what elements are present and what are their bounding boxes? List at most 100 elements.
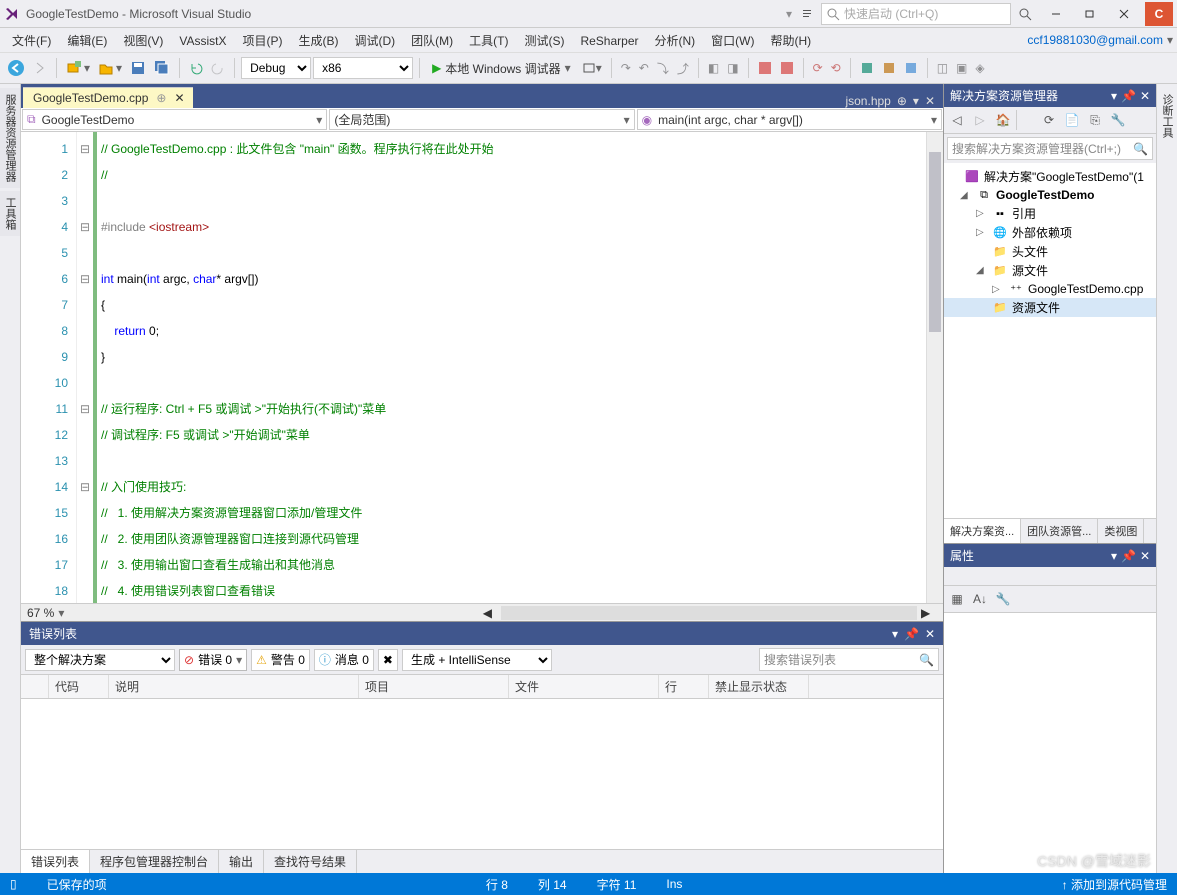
- props-close-icon[interactable]: ✕: [1140, 549, 1150, 563]
- inactive-pin-icon[interactable]: ⊕: [897, 94, 907, 108]
- build-filter-select[interactable]: 生成 + IntelliSense: [402, 649, 552, 671]
- undo-button[interactable]: [186, 56, 206, 80]
- error-scope-select[interactable]: 整个解决方案: [25, 649, 175, 671]
- error-col[interactable]: 代码: [49, 675, 109, 698]
- step-btn1[interactable]: ↷: [618, 56, 634, 80]
- step-btn2[interactable]: ↶: [636, 56, 652, 80]
- error-col[interactable]: [21, 675, 49, 698]
- split-h-icon[interactable]: ◀: [483, 606, 497, 620]
- func-combo[interactable]: ◉main(int argc, char * argv[])▾: [637, 109, 942, 130]
- ext-btn1[interactable]: [857, 56, 877, 80]
- props-header[interactable]: 属性 ▾📌✕: [944, 544, 1156, 567]
- minimize-button[interactable]: [1039, 3, 1073, 25]
- save-all-button[interactable]: [151, 56, 173, 80]
- fold-bar[interactable]: ⊟⊟⊟⊟⊟: [77, 132, 93, 603]
- profile-button[interactable]: C: [1145, 2, 1173, 26]
- menu-item[interactable]: 视图(V): [115, 31, 171, 51]
- sln-back-icon[interactable]: ◁: [947, 110, 967, 130]
- menu-item[interactable]: VAssistX: [171, 31, 234, 51]
- sln-pin-icon[interactable]: 📌: [1121, 89, 1136, 103]
- scope-combo[interactable]: ⧉GoogleTestDemo▾: [22, 109, 327, 130]
- config-select[interactable]: Debug: [241, 57, 311, 79]
- menu-item[interactable]: 编辑(E): [59, 31, 115, 51]
- quick-launch-input[interactable]: 快速启动 (Ctrl+Q): [821, 3, 1011, 25]
- sln-tab[interactable]: 解决方案资...: [944, 519, 1021, 543]
- error-col[interactable]: 行: [659, 675, 709, 698]
- open-file-button[interactable]: ▾: [95, 56, 125, 80]
- menu-item[interactable]: ReSharper: [572, 31, 646, 51]
- misc-btn2[interactable]: ◨: [724, 56, 741, 80]
- new-project-button[interactable]: ▾: [63, 56, 93, 80]
- panel-menu-icon[interactable]: ▾: [892, 627, 898, 641]
- sln-fwd-icon[interactable]: ▷: [970, 110, 990, 130]
- sln-btn4[interactable]: 🔧: [1108, 110, 1128, 130]
- close-inactive-icon[interactable]: ✕: [925, 94, 935, 108]
- error-panel-header[interactable]: 错误列表 ▾📌✕: [21, 622, 943, 645]
- sln-header[interactable]: 解决方案资源管理器 ▾📌✕: [944, 84, 1156, 107]
- vax-btn1[interactable]: ⟳: [810, 56, 826, 80]
- error-search[interactable]: 搜索错误列表🔍: [759, 648, 939, 671]
- bottom-tab[interactable]: 查找符号结果: [264, 850, 357, 873]
- menu-item[interactable]: 工具(T): [461, 31, 516, 51]
- menu-item[interactable]: 帮助(H): [762, 31, 819, 51]
- h-scrollbar[interactable]: [501, 606, 917, 620]
- panel-pin-icon[interactable]: 📌: [904, 627, 919, 641]
- props-sort-icon[interactable]: A↓: [970, 589, 990, 609]
- dropdown-icon[interactable]: ▾: [1167, 33, 1173, 47]
- save-button[interactable]: [127, 56, 149, 80]
- code-editor[interactable]: // GoogleTestDemo.cpp : 此文件包含 "main" 函数。…: [97, 132, 926, 603]
- step-btn3[interactable]: ⤵: [654, 56, 672, 80]
- redo-button[interactable]: [208, 56, 228, 80]
- sln-menu-icon[interactable]: ▾: [1111, 89, 1117, 103]
- pin-icon[interactable]: ⊕: [156, 91, 166, 105]
- vax-btn2[interactable]: ⟲: [828, 56, 844, 80]
- doc-tab-inactive[interactable]: json.hpp: [845, 94, 890, 108]
- ext-btn2[interactable]: [879, 56, 899, 80]
- tab-overflow-icon[interactable]: ▾: [913, 94, 919, 108]
- warnings-filter[interactable]: ⚠警告 0: [251, 649, 310, 671]
- toolbox-tab[interactable]: 工具箱: [0, 191, 20, 236]
- nav-back-button[interactable]: [4, 56, 28, 80]
- sln-tree[interactable]: 🟪解决方案"GoogleTestDemo"(1 ◢⧉GoogleTestDemo…: [944, 163, 1156, 518]
- va-btn2[interactable]: [777, 56, 797, 80]
- start-debug-button[interactable]: ▶本地 Windows 调试器▾: [426, 60, 577, 77]
- props-cat-icon[interactable]: ▦: [947, 589, 967, 609]
- bottom-tab[interactable]: 错误列表: [21, 850, 90, 873]
- error-col[interactable]: 文件: [509, 675, 659, 698]
- sln-tab[interactable]: 团队资源管...: [1021, 519, 1098, 543]
- sln-btn2[interactable]: 📄: [1062, 110, 1082, 130]
- error-col[interactable]: 禁止显示状态: [709, 675, 809, 698]
- menu-item[interactable]: 生成(B): [290, 31, 346, 51]
- v-scrollbar[interactable]: [926, 132, 943, 603]
- caret-icon[interactable]: ▾: [786, 7, 796, 21]
- bottom-tab[interactable]: 程序包管理器控制台: [90, 850, 219, 873]
- errors-filter[interactable]: ⊘错误 0▾: [179, 649, 247, 671]
- sln-close-icon[interactable]: ✕: [1140, 89, 1150, 103]
- menu-item[interactable]: 窗口(W): [703, 31, 762, 51]
- ext-btn6[interactable]: ◈: [972, 56, 987, 80]
- zoom-level[interactable]: 67 %: [27, 606, 54, 620]
- props-menu-icon[interactable]: ▾: [1111, 549, 1117, 563]
- close-button[interactable]: [1107, 3, 1141, 25]
- status-scm[interactable]: ↑ 添加到源代码管理: [1062, 876, 1167, 893]
- nav-fwd-button[interactable]: [30, 56, 50, 80]
- sln-search[interactable]: 搜索解决方案资源管理器(Ctrl+;)🔍: [947, 137, 1153, 160]
- sln-tab[interactable]: 类视图: [1098, 519, 1144, 543]
- menu-item[interactable]: 文件(F): [4, 31, 59, 51]
- search-glass-icon[interactable]: [1017, 6, 1033, 22]
- menu-item[interactable]: 分析(N): [646, 31, 703, 51]
- global-combo[interactable]: (全局范围)▾: [329, 109, 634, 130]
- panel-close-icon[interactable]: ✕: [925, 627, 935, 641]
- server-explorer-tab[interactable]: 服务器资源管理器: [0, 88, 20, 188]
- ext-btn4[interactable]: ◫: [934, 56, 951, 80]
- bottom-tab[interactable]: 输出: [219, 850, 264, 873]
- props-pin-icon[interactable]: 📌: [1121, 549, 1136, 563]
- sln-btn3[interactable]: ⎘: [1085, 110, 1105, 130]
- menu-item[interactable]: 调试(D): [346, 31, 403, 51]
- misc-btn1[interactable]: ◧: [705, 56, 722, 80]
- close-tab-icon[interactable]: ✕: [174, 91, 184, 105]
- step-btn4[interactable]: ⤴: [674, 56, 692, 80]
- diagnostics-tab[interactable]: 诊断工具: [1157, 88, 1177, 144]
- menu-item[interactable]: 团队(M): [403, 31, 461, 51]
- va-btn1[interactable]: [755, 56, 775, 80]
